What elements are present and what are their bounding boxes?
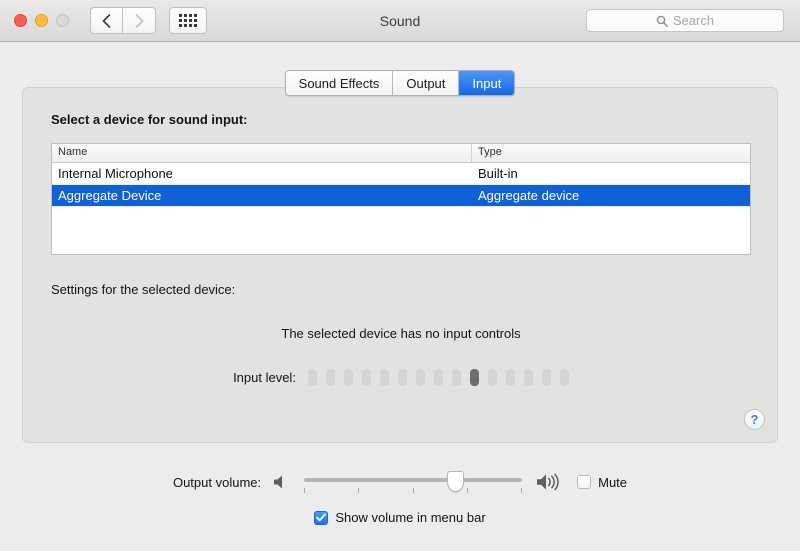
slider-tick [521, 488, 522, 493]
output-volume-label: Output volume: [173, 475, 261, 490]
level-segment [308, 369, 317, 386]
search-icon [656, 15, 668, 27]
level-segment [326, 369, 335, 386]
level-segment [362, 369, 371, 386]
slider-thumb[interactable] [447, 471, 464, 492]
speaker-high-icon [536, 473, 565, 491]
help-button[interactable]: ? [744, 409, 765, 430]
mute-label: Mute [598, 475, 627, 490]
level-segment [344, 369, 353, 386]
level-segment [398, 369, 407, 386]
slider-tick [467, 488, 468, 493]
level-segment [416, 369, 425, 386]
tab-group: Sound Effects Output Input [285, 70, 516, 96]
slider-tick [358, 488, 359, 493]
level-segment [506, 369, 515, 386]
level-segment [380, 369, 389, 386]
show-volume-label: Show volume in menu bar [335, 510, 485, 525]
device-name: Internal Microphone [52, 167, 472, 180]
question-mark-icon: ? [751, 412, 759, 427]
table-row[interactable]: Aggregate Device Aggregate device [52, 185, 750, 207]
level-segment [488, 369, 497, 386]
level-segment [542, 369, 551, 386]
slider-track[interactable] [304, 478, 522, 482]
column-header-type[interactable]: Type [472, 144, 750, 162]
show-volume-checkbox[interactable] [314, 511, 328, 525]
slider-tick [304, 488, 305, 493]
output-volume-row: Output volume: Mute [0, 469, 800, 495]
device-type: Built-in [472, 167, 750, 180]
select-device-label: Select a device for sound input: [51, 112, 247, 127]
slider-tick [413, 488, 414, 493]
table-row[interactable]: Internal Microphone Built-in [52, 163, 750, 185]
level-segment [560, 369, 569, 386]
tab-bar: Sound Effects Output Input [0, 70, 800, 96]
search-field[interactable]: Search [586, 9, 784, 32]
input-level-label: Input level: [233, 370, 296, 385]
input-level-row: Input level: [23, 369, 779, 386]
no-input-controls-message: The selected device has no input control… [23, 326, 779, 341]
tab-output[interactable]: Output [393, 71, 459, 95]
tab-sound-effects[interactable]: Sound Effects [286, 71, 394, 95]
mute-checkbox[interactable] [577, 475, 591, 489]
mute-checkbox-group[interactable]: Mute [577, 475, 627, 490]
output-volume-slider[interactable] [304, 469, 522, 495]
device-type: Aggregate device [472, 189, 750, 202]
slider-ticks [304, 488, 522, 493]
level-segment [470, 369, 479, 386]
table-header-row: Name Type [52, 144, 750, 163]
show-volume-row: Show volume in menu bar [0, 510, 800, 525]
tab-input[interactable]: Input [459, 71, 514, 95]
column-header-name[interactable]: Name [52, 144, 472, 162]
device-table[interactable]: Name Type Internal Microphone Built-in A… [51, 143, 751, 255]
input-level-meter [308, 369, 569, 386]
window-titlebar: Sound Search [0, 0, 800, 42]
checkmark-icon [316, 513, 326, 522]
level-segment [452, 369, 461, 386]
settings-label: Settings for the selected device: [51, 282, 235, 297]
search-placeholder: Search [673, 13, 714, 28]
level-segment [434, 369, 443, 386]
level-segment [524, 369, 533, 386]
sound-input-panel: Select a device for sound input: Name Ty… [22, 87, 778, 443]
speaker-low-icon [273, 474, 290, 490]
device-name: Aggregate Device [52, 189, 472, 202]
show-volume-checkbox-group[interactable]: Show volume in menu bar [314, 510, 485, 525]
